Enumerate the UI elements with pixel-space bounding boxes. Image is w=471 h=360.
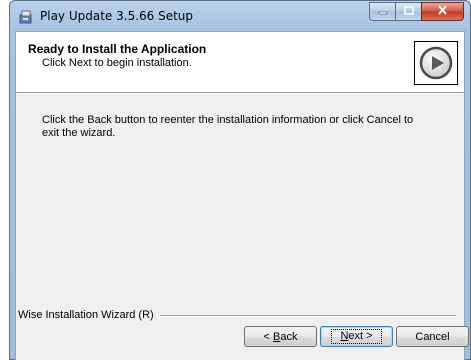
back-button[interactable]: < Back xyxy=(244,326,317,347)
maximize-button[interactable] xyxy=(395,2,421,21)
close-icon xyxy=(437,5,448,18)
dialog-header: Ready to Install the Application Click N… xyxy=(16,32,464,92)
next-button[interactable]: Next > xyxy=(320,326,393,347)
branding-row: Wise Installation Wizard (R) xyxy=(16,309,464,323)
back-button-label: < Back xyxy=(263,330,298,343)
maximize-icon xyxy=(403,5,414,18)
next-button-label: Next > xyxy=(331,329,382,344)
setup-window: Play Update 3.5.66 Setup Ready to Instal… xyxy=(9,0,471,360)
minimize-button[interactable] xyxy=(369,2,395,21)
title-bar[interactable]: Play Update 3.5.66 Setup xyxy=(10,1,470,31)
close-button[interactable] xyxy=(421,2,464,21)
cancel-button[interactable]: Cancel xyxy=(396,326,469,347)
minimize-icon xyxy=(378,6,388,18)
header-separator xyxy=(16,92,464,94)
window-title: Play Update 3.5.66 Setup xyxy=(40,9,194,23)
branding-separator xyxy=(146,315,456,317)
caption-buttons xyxy=(369,2,464,21)
instruction-text: Click the Back button to reenter the ins… xyxy=(42,114,414,139)
installer-icon xyxy=(18,9,34,25)
page-subtitle: Click Next to begin installation. xyxy=(42,57,192,69)
cancel-button-label: Cancel xyxy=(415,330,450,343)
play-icon xyxy=(414,41,458,85)
dialog-client-area: Ready to Install the Application Click N… xyxy=(15,31,469,360)
branding-label: Wise Installation Wizard (R) xyxy=(18,309,160,321)
page-title: Ready to Install the Application xyxy=(28,42,207,56)
